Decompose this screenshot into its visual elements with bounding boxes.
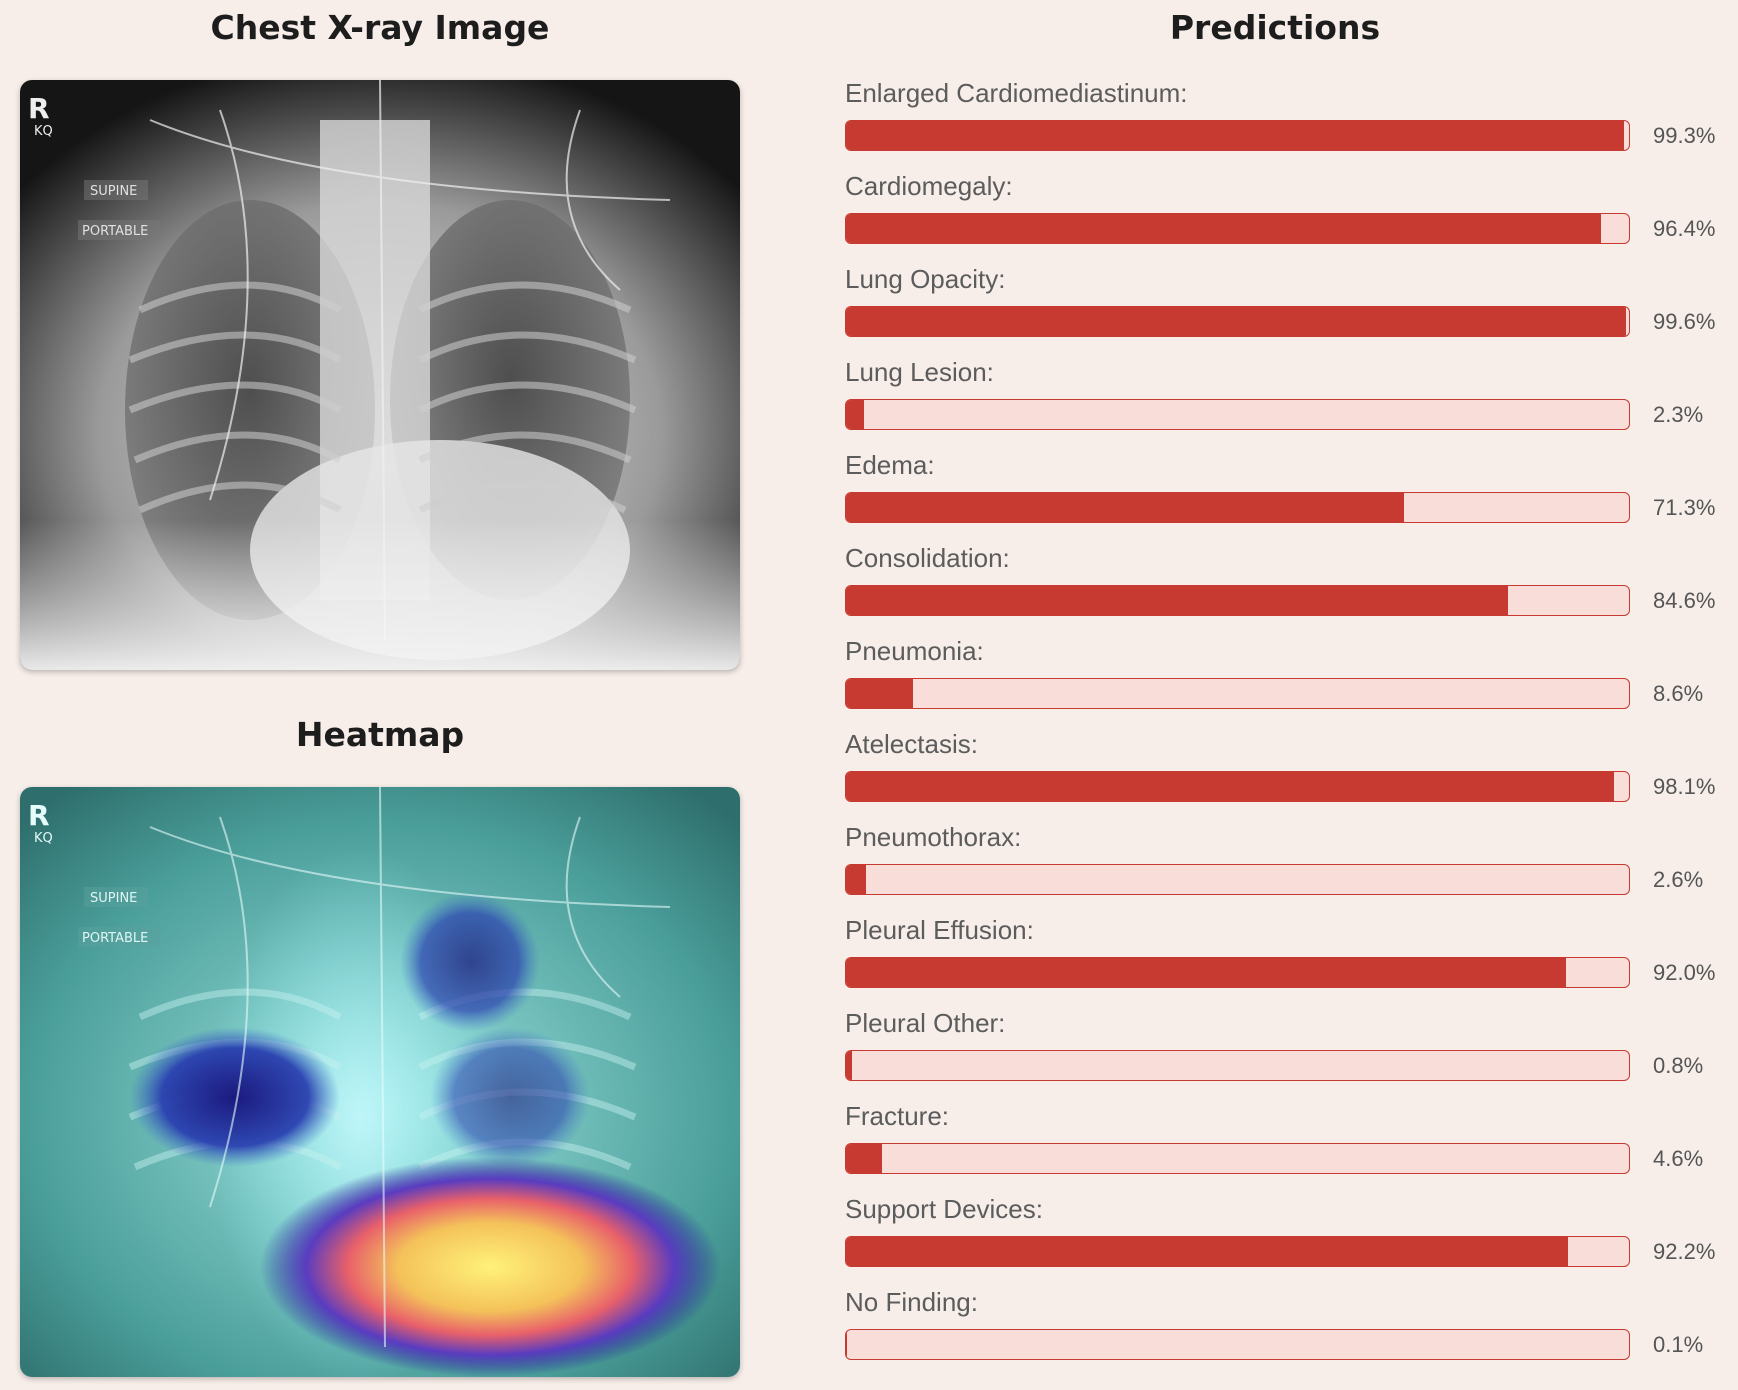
- heatmap-graphic: R KQ SUPINE PORTABLE: [20, 787, 740, 1377]
- prediction-bar-fill: [846, 307, 1626, 336]
- prediction-row: Edema: 71.3%: [845, 450, 1715, 543]
- prediction-bar-track: [845, 957, 1630, 988]
- heatmap-side-marker: R: [28, 799, 50, 832]
- prediction-bar-track: [845, 1143, 1630, 1174]
- prediction-value: 8.6%: [1653, 681, 1704, 706]
- prediction-label: Consolidation:: [845, 543, 1010, 573]
- prediction-bar-track: [845, 585, 1630, 616]
- prediction-bar-fill: [846, 1051, 853, 1080]
- prediction-value: 92.2%: [1653, 1239, 1716, 1264]
- prediction-value: 71.3%: [1653, 495, 1716, 520]
- prediction-bar-fill: [846, 772, 1615, 801]
- prediction-value: 0.1%: [1653, 1332, 1704, 1357]
- heatmap-image: R KQ SUPINE PORTABLE: [20, 787, 740, 1377]
- prediction-label: Pleural Other:: [845, 1008, 1006, 1038]
- prediction-bar-fill: [846, 1330, 847, 1359]
- images-panel: Chest X-ray Image R KQ SUPINE PORTABLE H…: [20, 0, 740, 1377]
- prediction-bar-track: [845, 120, 1630, 151]
- prediction-bar-fill: [846, 214, 1601, 243]
- prediction-label: No Finding:: [845, 1287, 978, 1317]
- prediction-bar-fill: [846, 1237, 1568, 1266]
- predictions-title: Predictions: [1169, 8, 1381, 47]
- prediction-bar-fill: [846, 493, 1405, 522]
- prediction-label: Support Devices:: [845, 1194, 1043, 1224]
- heatmap-mode-marker: PORTABLE: [82, 931, 148, 946]
- prediction-value: 0.8%: [1653, 1053, 1704, 1078]
- mode-marker: PORTABLE: [82, 224, 148, 239]
- initials-marker: KQ: [34, 124, 53, 139]
- heatmap-initials-marker: KQ: [34, 831, 53, 846]
- prediction-bar-fill: [846, 400, 864, 429]
- prediction-bar-fill: [846, 1144, 883, 1173]
- prediction-label: Pleural Effusion:: [845, 915, 1034, 945]
- prediction-value: 98.1%: [1653, 774, 1716, 799]
- xray-graphic: R KQ SUPINE PORTABLE: [20, 80, 740, 670]
- prediction-label: Lung Opacity:: [845, 264, 1006, 294]
- prediction-value: 84.6%: [1653, 588, 1716, 613]
- prediction-label: Cardiomegaly:: [845, 171, 1013, 201]
- heatmap-title: Heatmap: [295, 715, 465, 754]
- prediction-value: 92.0%: [1653, 960, 1716, 985]
- prediction-bar-fill: [846, 121, 1624, 150]
- prediction-bar-track: [845, 1236, 1630, 1267]
- prediction-bar-track: [845, 492, 1630, 523]
- prediction-row: Cardiomegaly: 96.4%: [845, 171, 1715, 264]
- prediction-label: Pneumonia:: [845, 636, 984, 666]
- xray-title: Chest X-ray Image: [210, 8, 550, 47]
- prediction-row: Pleural Other: 0.8%: [845, 1008, 1715, 1101]
- prediction-value: 2.6%: [1653, 867, 1704, 892]
- prediction-row: Lung Opacity: 99.6%: [845, 264, 1715, 357]
- prediction-row: Lung Lesion: 2.3%: [845, 357, 1715, 450]
- prediction-value: 4.6%: [1653, 1146, 1704, 1171]
- prediction-bar-fill: [846, 586, 1509, 615]
- prediction-row: Fracture: 4.6%: [845, 1101, 1715, 1194]
- prediction-label: Pneumothorax:: [845, 822, 1022, 852]
- prediction-bar-fill: [846, 958, 1567, 987]
- prediction-row: No Finding: 0.1%: [845, 1287, 1715, 1380]
- prediction-bar-track: [845, 678, 1630, 709]
- prediction-label: Fracture:: [845, 1101, 950, 1131]
- prediction-bar-track: [845, 771, 1630, 802]
- prediction-bar-track: [845, 864, 1630, 895]
- prediction-label: Atelectasis:: [845, 729, 978, 759]
- heatmap-position-marker: SUPINE: [90, 891, 137, 906]
- prediction-bar-track: [845, 399, 1630, 430]
- position-marker: SUPINE: [90, 184, 137, 199]
- predictions-list: Enlarged Cardiomediastinum: 99.3% Cardiome…: [845, 78, 1715, 1380]
- prediction-value: 99.6%: [1653, 309, 1716, 334]
- prediction-value: 96.4%: [1653, 216, 1716, 241]
- predictions-panel: Predictions Enlarged Cardiomediastinum: 9…: [845, 0, 1715, 1380]
- prediction-bar-fill: [846, 679, 914, 708]
- prediction-label: Enlarged Cardiomediastinum:: [845, 78, 1188, 108]
- prediction-bar-track: [845, 213, 1630, 244]
- prediction-bar-track: [845, 306, 1630, 337]
- prediction-row: Support Devices: 92.2%: [845, 1194, 1715, 1287]
- prediction-row: Enlarged Cardiomediastinum: 99.3%: [845, 78, 1715, 171]
- prediction-row: Consolidation: 84.6%: [845, 543, 1715, 636]
- prediction-bar-track: [845, 1329, 1630, 1360]
- side-marker: R: [28, 92, 50, 125]
- prediction-row: Pneumonia: 8.6%: [845, 636, 1715, 729]
- prediction-label: Edema:: [845, 450, 935, 480]
- prediction-value: 2.3%: [1653, 402, 1704, 427]
- prediction-bar-track: [845, 1050, 1630, 1081]
- xray-image: R KQ SUPINE PORTABLE: [20, 80, 740, 670]
- prediction-value: 99.3%: [1653, 123, 1716, 148]
- prediction-label: Lung Lesion:: [845, 357, 994, 387]
- prediction-row: Pleural Effusion: 92.0%: [845, 915, 1715, 1008]
- prediction-row: Atelectasis: 98.1%: [845, 729, 1715, 822]
- prediction-bar-fill: [846, 865, 867, 894]
- prediction-row: Pneumothorax: 2.6%: [845, 822, 1715, 915]
